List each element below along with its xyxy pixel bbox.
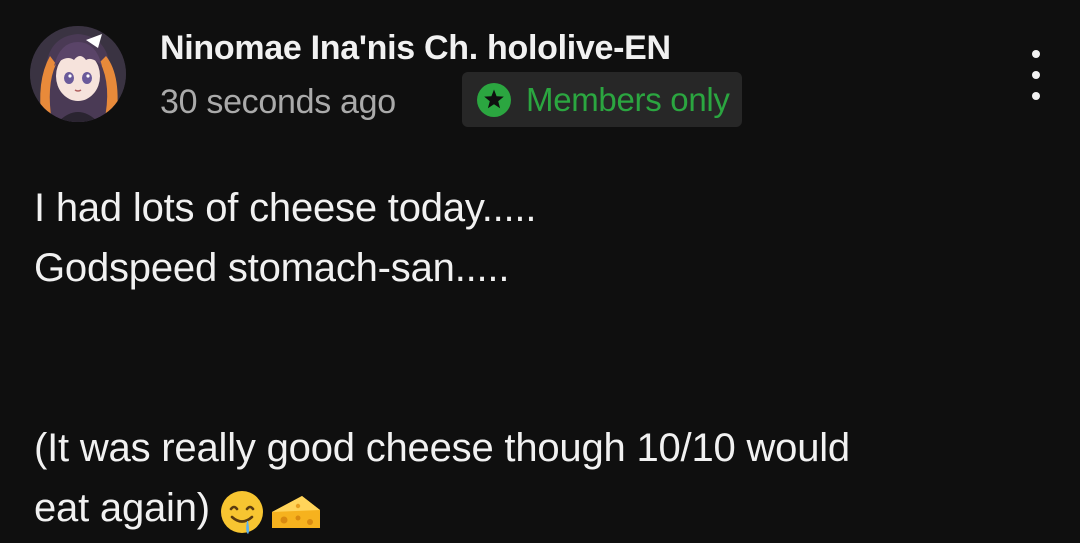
more-options-button[interactable] (1016, 50, 1056, 100)
channel-avatar[interactable] (30, 26, 126, 122)
more-vert-icon-dot (1032, 92, 1040, 100)
more-vert-icon-dot (1032, 71, 1040, 79)
channel-name[interactable]: Ninomae Ina'nis Ch. hololive-EN (160, 26, 671, 70)
post-body-blank-line (34, 358, 1044, 418)
drooling-face-emoji (218, 488, 266, 543)
members-only-badge: Members only (462, 72, 742, 127)
members-only-label: Members only (526, 80, 730, 118)
star-badge-icon (474, 80, 514, 120)
post-body-line-text: eat again) (34, 486, 210, 530)
cheese-wedge-emoji (268, 488, 324, 543)
post-body-line: Godspeed stomach-san..... (34, 246, 510, 290)
avatar-image (30, 26, 126, 122)
post-body-blank-line (34, 298, 1044, 358)
community-post: Ninomae Ina'nis Ch. hololive-EN 30 secon… (0, 0, 1080, 543)
more-vert-icon (1032, 50, 1040, 58)
post-body-line: (It was really good cheese though 10/10 … (34, 426, 850, 470)
post-body: I had lots of cheese today..... Godspeed… (34, 178, 1044, 543)
post-body-line: I had lots of cheese today..... (34, 186, 537, 230)
post-timestamp[interactable]: 30 seconds ago (160, 80, 396, 124)
post-body-last-line: eat again) (34, 478, 1044, 543)
